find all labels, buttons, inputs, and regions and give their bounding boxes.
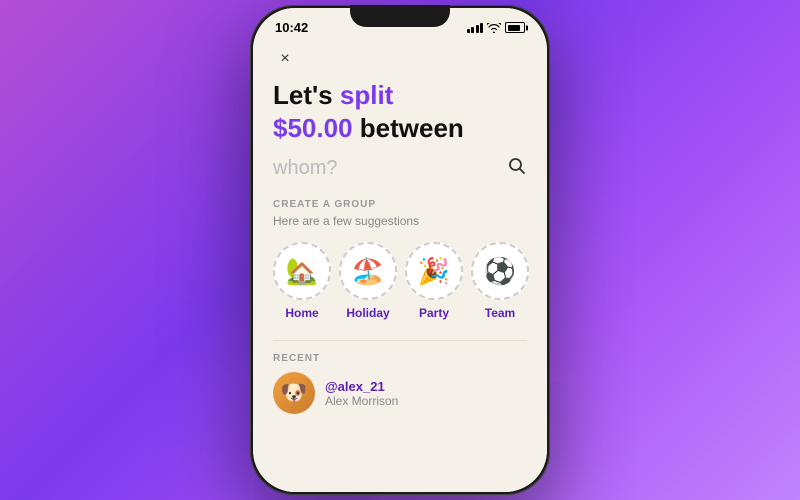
- wifi-icon: [487, 23, 501, 33]
- status-icons: [467, 22, 526, 33]
- recent-section: RECENT 🐶 @alex_21 Alex Morrison: [273, 340, 527, 414]
- heading-amount: $50.00: [273, 113, 353, 143]
- group-label-holiday: Holiday: [346, 306, 389, 320]
- group-item-home[interactable]: 🏡 Home: [273, 242, 331, 320]
- close-button[interactable]: ×: [273, 47, 297, 71]
- phone-notch: [350, 5, 450, 27]
- group-icon-team: ⚽: [471, 242, 529, 300]
- recent-handle: @alex_21: [325, 379, 398, 394]
- group-items-list: 🏡 Home 🏖️ Holiday 🎉 Party ⚽ Team: [273, 242, 527, 320]
- group-label-party: Party: [419, 306, 449, 320]
- status-time: 10:42: [275, 20, 308, 35]
- heading-split: split: [340, 80, 393, 110]
- search-row: whom?: [273, 156, 527, 181]
- recent-label: RECENT: [273, 353, 527, 364]
- group-label-home: Home: [285, 306, 318, 320]
- screen-content: × Let's split $50.00 between whom?: [253, 39, 547, 492]
- create-group-label: CREATE A GROUP: [273, 199, 527, 210]
- group-item-team[interactable]: ⚽ Team: [471, 242, 529, 320]
- group-item-party[interactable]: 🎉 Party: [405, 242, 463, 320]
- heading-lets: Let's: [273, 80, 340, 110]
- recent-avatar: 🐶: [273, 372, 315, 414]
- recent-item[interactable]: 🐶 @alex_21 Alex Morrison: [273, 372, 527, 414]
- search-icon[interactable]: [507, 156, 527, 181]
- group-icon-home: 🏡: [273, 242, 331, 300]
- recent-info: @alex_21 Alex Morrison: [325, 379, 398, 408]
- group-item-holiday[interactable]: 🏖️ Holiday: [339, 242, 397, 320]
- heading-between: between: [353, 113, 464, 143]
- recent-name: Alex Morrison: [325, 394, 398, 408]
- group-icon-party: 🎉: [405, 242, 463, 300]
- group-label-team: Team: [485, 306, 515, 320]
- group-icon-holiday: 🏖️: [339, 242, 397, 300]
- battery-icon: [505, 22, 525, 33]
- phone-device: 10:42 ×: [250, 5, 550, 495]
- heading: Let's split $50.00 between: [273, 79, 527, 144]
- phone-screen: 10:42 ×: [253, 8, 547, 492]
- suggestions-subtitle: Here are a few suggestions: [273, 214, 527, 228]
- search-placeholder[interactable]: whom?: [273, 157, 337, 180]
- signal-icon: [467, 23, 484, 33]
